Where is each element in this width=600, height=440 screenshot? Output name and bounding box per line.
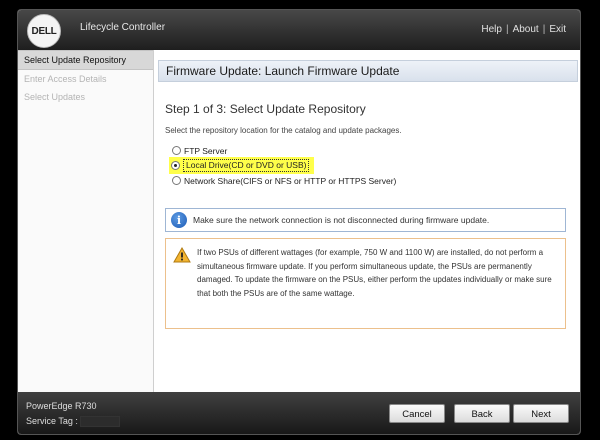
option-ftp-server[interactable]: FTP Server bbox=[172, 143, 396, 158]
warning-message: If two PSUs of different wattages (for e… bbox=[197, 248, 552, 298]
page-title-banner: Firmware Update: Launch Firmware Update bbox=[158, 60, 578, 82]
service-tag: Service Tag : bbox=[26, 416, 120, 428]
main-content: Firmware Update: Launch Firmware Update … bbox=[154, 50, 580, 392]
system-model: PowerEdge R730 bbox=[26, 401, 97, 411]
option-label: Network Share(CIFS or NFS or HTTP or HTT… bbox=[184, 175, 397, 186]
lifecycle-controller-window: DELL Lifecycle Controller Help | About | Exi… bbox=[18, 10, 580, 434]
app-title: Lifecycle Controller bbox=[80, 22, 166, 33]
option-label: FTP Server bbox=[184, 145, 228, 156]
header-links: Help | About | Exit bbox=[481, 24, 566, 35]
exit-link[interactable]: Exit bbox=[549, 24, 566, 35]
cancel-button[interactable]: Cancel bbox=[389, 404, 445, 423]
radio-button-checked[interactable] bbox=[171, 161, 180, 170]
option-network-share[interactable]: Network Share(CIFS or NFS or HTTP or HTT… bbox=[172, 173, 396, 188]
highlight-marker: Local Drive(CD or DVD or USB) bbox=[169, 157, 315, 174]
radio-button[interactable] bbox=[172, 176, 181, 185]
service-tag-label: Service Tag : bbox=[26, 416, 78, 426]
instruction-text: Select the repository location for the c… bbox=[165, 126, 402, 135]
sidebar-item-select-update-repository[interactable]: Select Update Repository bbox=[18, 50, 153, 70]
back-button[interactable]: Back bbox=[454, 404, 510, 423]
warning-message-box: If two PSUs of different wattages (for e… bbox=[165, 238, 566, 329]
footer-bar: PowerEdge R730 Service Tag : Cancel Back… bbox=[18, 392, 580, 434]
help-link[interactable]: Help bbox=[481, 24, 502, 35]
next-button[interactable]: Next bbox=[513, 404, 569, 423]
about-link[interactable]: About bbox=[513, 24, 539, 35]
info-icon: i bbox=[171, 212, 187, 228]
info-message-box: i Make sure the network connection is no… bbox=[165, 208, 566, 232]
sidebar-item-select-updates: Select Updates bbox=[24, 92, 86, 102]
repository-options: FTP Server Local Drive(CD or DVD or USB)… bbox=[169, 143, 396, 188]
dell-logo: DELL bbox=[27, 14, 61, 48]
option-label: Local Drive(CD or DVD or USB) bbox=[183, 159, 310, 172]
header-bar: DELL Lifecycle Controller Help | About | Exi… bbox=[18, 10, 580, 50]
info-message: Make sure the network connection is not … bbox=[193, 215, 490, 225]
sidebar-item-enter-access-details: Enter Access Details bbox=[24, 74, 107, 84]
warning-icon bbox=[173, 247, 191, 263]
link-separator: | bbox=[505, 24, 509, 35]
option-local-drive[interactable]: Local Drive(CD or DVD or USB) bbox=[169, 157, 396, 174]
redacted-service-tag bbox=[79, 416, 120, 428]
sidebar: Select Update Repository Enter Access De… bbox=[18, 50, 154, 392]
link-separator: | bbox=[542, 24, 546, 35]
step-title: Step 1 of 3: Select Update Repository bbox=[165, 102, 366, 116]
radio-button[interactable] bbox=[172, 146, 181, 155]
